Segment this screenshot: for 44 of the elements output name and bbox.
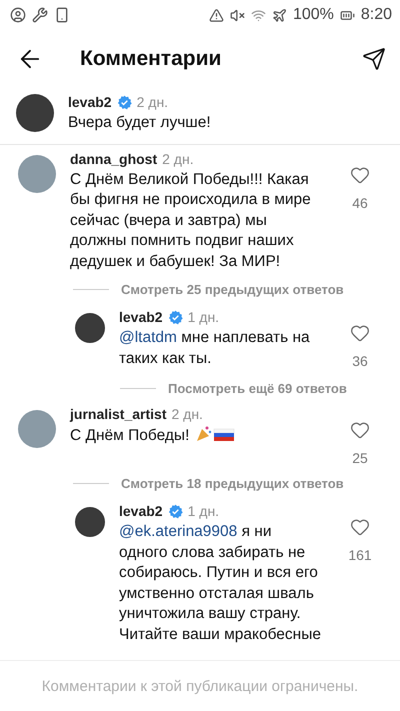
like-count: 36 <box>352 353 368 369</box>
avatar[interactable] <box>16 94 54 132</box>
airplane-icon <box>272 8 287 22</box>
device-icon <box>54 7 70 23</box>
heart-icon[interactable] <box>350 164 370 184</box>
wrench-icon <box>32 7 48 23</box>
avatar[interactable] <box>75 313 105 343</box>
heart-icon[interactable] <box>350 323 370 343</box>
account-icon <box>10 7 26 23</box>
username[interactable]: jurnalist_artist <box>70 406 166 422</box>
page-title: Комментарии <box>80 47 222 71</box>
comment-time: 1 дн. <box>188 309 220 325</box>
heart-icon[interactable] <box>350 420 370 440</box>
verified-badge-icon <box>116 94 132 110</box>
username[interactable]: levab2 <box>119 309 163 325</box>
caption-text: Вчера будет лучше! <box>68 113 212 133</box>
avatar[interactable] <box>75 507 105 537</box>
comment-text: С Днём Победы! <box>70 425 322 446</box>
comment-text: С Днём Великой Победы!!! Какая бы фигня не происходила в мире сейчас (вчера и завтра) мы должны помнить подвиг наших дедушек и бабушек! За МИР! <box>70 170 312 272</box>
verified-badge-icon <box>168 310 183 324</box>
send-button[interactable] <box>362 47 386 71</box>
comment-text: @ek.aterina9908 я ни одного слова забирать не собираюсь. Путин и вся его умственно отсталая шваль уничтожила вашу страну. Читайте ваши мракобесные <box>119 522 322 644</box>
like-count: 25 <box>352 450 368 466</box>
like-count: 46 <box>352 194 368 210</box>
username[interactable]: levab2 <box>119 503 163 519</box>
comment-time: 2 дн. <box>162 150 194 166</box>
wifi-icon <box>250 8 266 22</box>
mention-link[interactable]: @ltatdm <box>119 329 177 346</box>
verified-badge-icon <box>168 504 183 518</box>
battery-level: 100% <box>292 6 334 24</box>
comment-time: 1 дн. <box>188 503 220 519</box>
comment-text: @ltatdm мне наплевать на таких как ты. <box>119 328 311 368</box>
comments-restricted-notice: Комментарии к этой публикации ограничены. <box>42 678 358 694</box>
username[interactable]: levab2 <box>68 94 112 110</box>
party-and-flag-icon <box>195 425 236 443</box>
comment-time: 2 дн. <box>136 94 168 110</box>
username[interactable]: danna_ghost <box>70 150 158 166</box>
like-count: 161 <box>348 547 372 563</box>
clock: 8:20 <box>360 6 392 24</box>
warning-icon <box>208 8 224 22</box>
mention-link[interactable]: @ek.aterina9908 <box>119 523 238 540</box>
heart-icon[interactable] <box>350 517 370 537</box>
comment-time: 2 дн. <box>171 406 203 422</box>
mute-icon <box>230 8 245 22</box>
